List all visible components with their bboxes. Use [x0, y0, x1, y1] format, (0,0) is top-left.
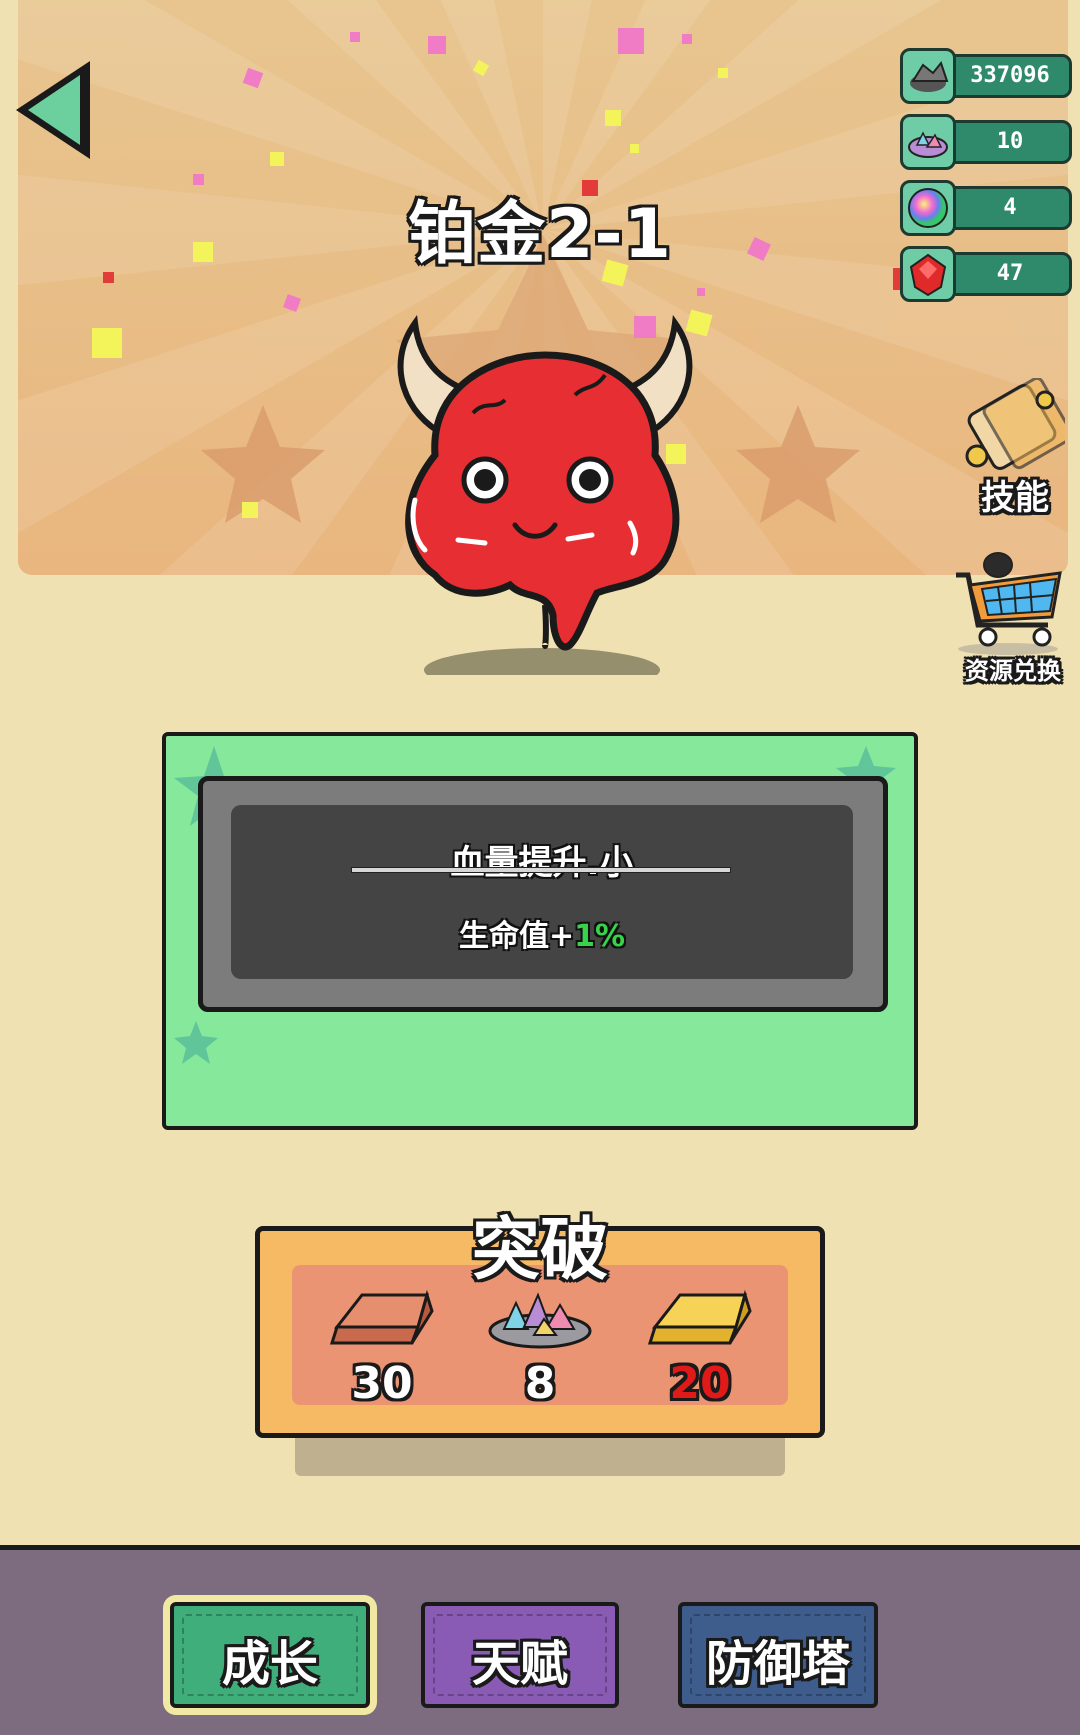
cost-amount-insufficient: 20: [669, 1358, 731, 1405]
monster-body: [405, 351, 680, 651]
upgrade-desc-prefix: 生命值+: [458, 919, 575, 954]
right-star-decoration: [736, 405, 860, 523]
cost-amount: 30: [351, 1358, 413, 1405]
back-button[interactable]: [8, 55, 98, 165]
resource-ore-value: 337096: [970, 63, 1050, 88]
bottom-nav: 成长 天赋 防御塔: [0, 1545, 1080, 1735]
upgrade-name: 血量提升.小: [450, 843, 634, 883]
left-star-decoration: [201, 405, 325, 523]
back-arrow-icon: [16, 61, 90, 159]
rainbow-orb-icon: [900, 180, 956, 236]
tab-defense-tower[interactable]: 防御塔: [678, 1602, 878, 1708]
breakthrough-title: 突破: [471, 1211, 608, 1290]
skills-label: 技能: [981, 478, 1049, 518]
red-gem-icon: [900, 246, 956, 302]
upgrade-card: 血量提升.小 生命值+1%: [198, 776, 888, 1012]
resource-gem: 47: [900, 246, 1072, 302]
tab-talent[interactable]: 天赋: [421, 1602, 619, 1708]
resource-crystal: 10: [900, 114, 1072, 170]
tab-defense-tower-label: 防御塔: [705, 1636, 850, 1692]
monster-shadow: [424, 648, 660, 675]
upgrade-desc-value: 1%: [574, 919, 626, 954]
tab-talent-label: 天赋: [471, 1636, 568, 1692]
resource-crystal-value: 10: [996, 129, 1024, 154]
upgrade-panel: 血量提升.小 生命值+1%: [162, 732, 918, 1130]
monster-character: [397, 315, 693, 675]
resource-exchange-button[interactable]: 资源兑换: [948, 545, 1078, 685]
shopping-cart-icon: [956, 552, 1062, 655]
cost-amount: 8: [524, 1358, 556, 1405]
crystal-pile-icon: [900, 114, 956, 170]
resource-ore: 337096: [900, 48, 1072, 104]
resource-gem-value: 47: [996, 261, 1024, 286]
resource-orb: 4: [900, 180, 1072, 236]
skills-button[interactable]: 技能: [955, 378, 1075, 518]
exchange-label: 资源兑换: [965, 657, 1061, 685]
card-divider: [351, 867, 731, 873]
tab-growth[interactable]: 成长: [170, 1602, 370, 1708]
ore-pile-icon: [900, 48, 956, 104]
scroll-icon: [965, 378, 1065, 470]
resource-orb-value: 4: [1003, 195, 1017, 220]
tab-growth-label: 成长: [221, 1636, 318, 1692]
upgrade-description: 生命值+1%: [231, 911, 853, 955]
